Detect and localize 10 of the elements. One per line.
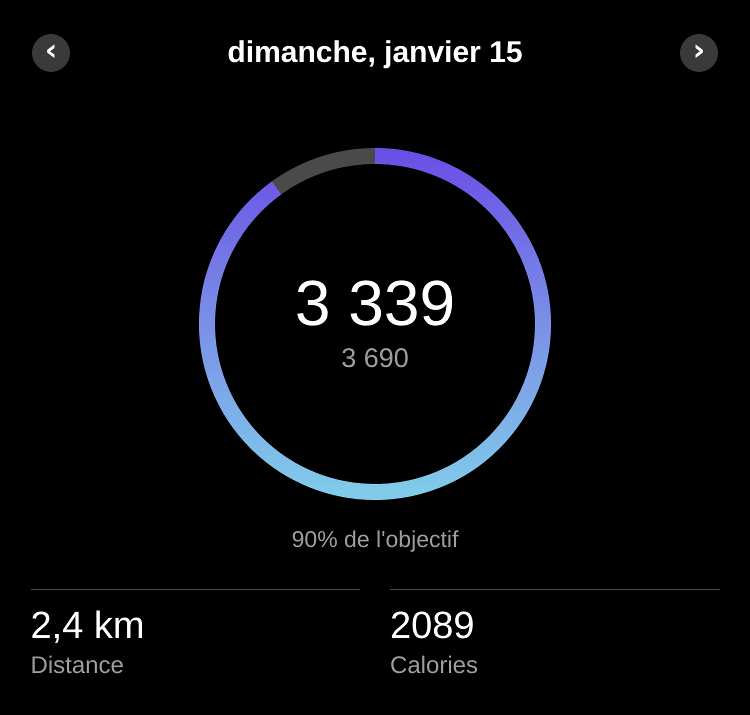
stat-label: Distance (30, 652, 125, 680)
next-day-button[interactable]: › (680, 34, 718, 72)
stat-label: Calories (390, 652, 480, 680)
goal-percentage: 90% de l'objectif (292, 526, 458, 553)
stat-value: 2089 (390, 604, 476, 648)
step-count: 3 339 (294, 266, 456, 338)
step-goal: 3 690 (341, 342, 409, 374)
stat-value: 2,4 km (30, 604, 146, 648)
previous-day-button[interactable]: ‹ (32, 34, 70, 72)
date-title: dimanche, janvier 15 (227, 36, 523, 70)
